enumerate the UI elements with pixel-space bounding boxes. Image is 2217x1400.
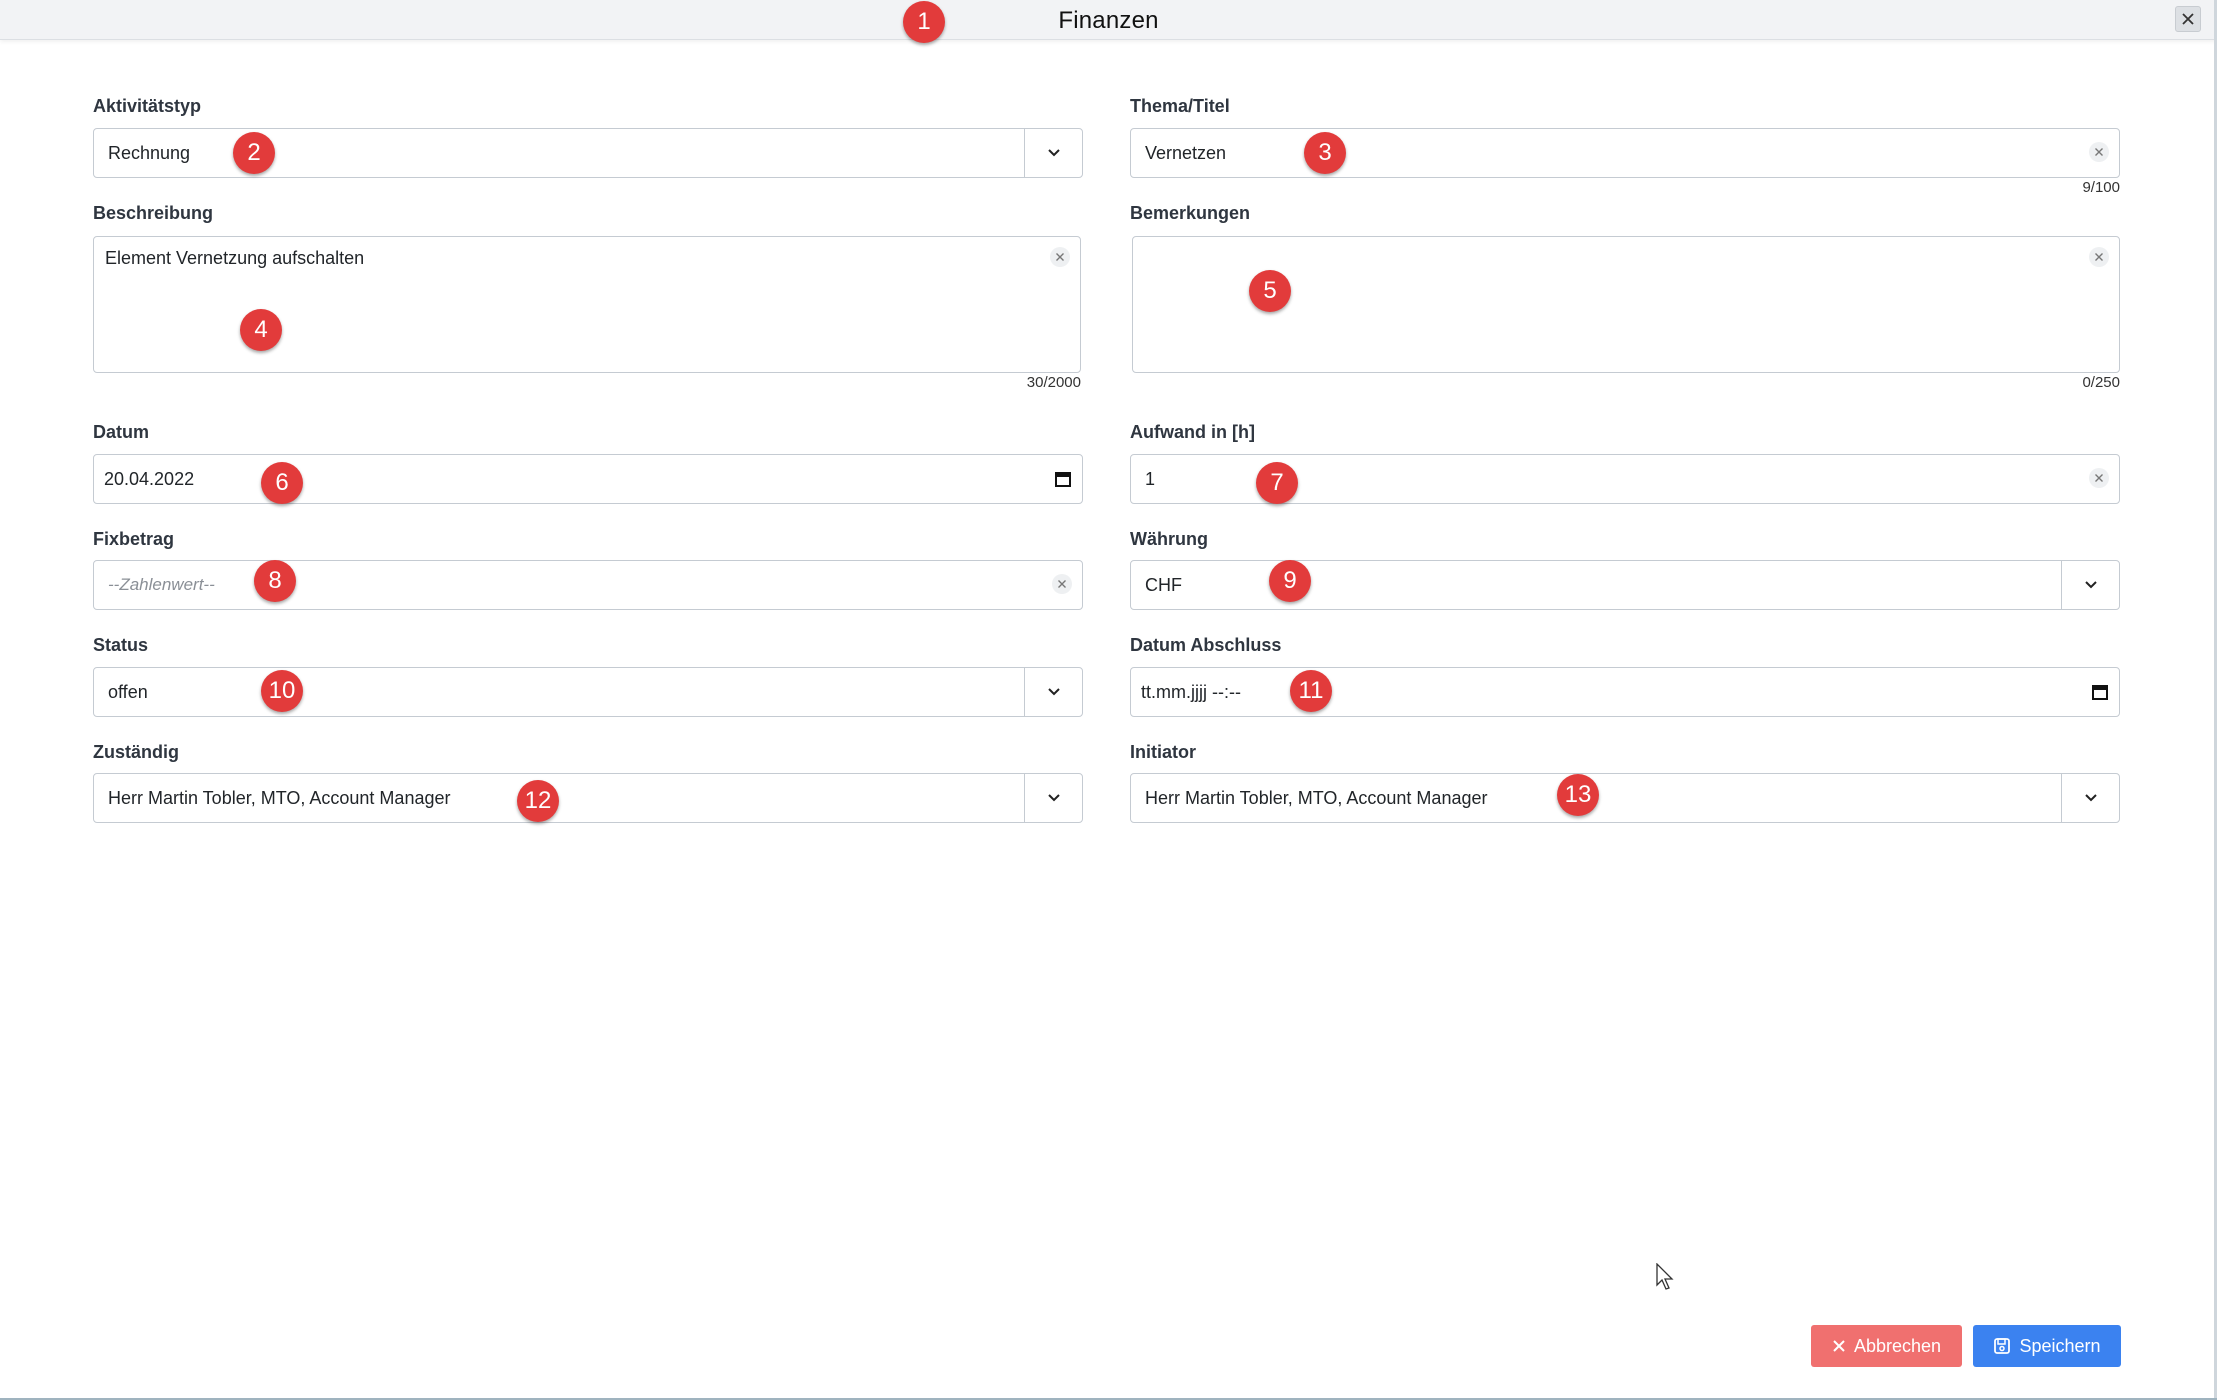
- bemerkungen-counter: 0/250: [2082, 374, 2120, 391]
- chevron-down-icon: [1047, 688, 1060, 696]
- bemerkungen-label: Bemerkungen: [1130, 203, 1251, 223]
- initiator-select[interactable]: Herr Martin Tobler, MTO, Account Manager: [1130, 773, 2120, 823]
- aufwand-clear-button[interactable]: [2089, 468, 2109, 488]
- zustaendig-dropdown-toggle[interactable]: [1024, 774, 1082, 822]
- close-icon: [2182, 13, 2194, 25]
- save-button[interactable]: Speichern: [1973, 1325, 2121, 1367]
- mouse-cursor-icon: [1656, 1263, 1674, 1290]
- beschreibung-counter: 30/2000: [1026, 374, 1081, 391]
- chevron-down-icon: [2084, 794, 2097, 802]
- zustaendig-label: Zuständig: [93, 742, 179, 762]
- chevron-down-icon: [1047, 149, 1060, 157]
- annotation-marker-13: 13: [1557, 774, 1599, 816]
- beschreibung-clear-button[interactable]: [1050, 247, 1070, 267]
- waehrung-dropdown-toggle[interactable]: [2061, 561, 2119, 609]
- clear-icon: [2095, 148, 2103, 156]
- annotation-marker-7: 7: [1256, 462, 1298, 504]
- datum-calendar-button[interactable]: [1052, 468, 1074, 490]
- initiator-label: Initiator: [1130, 742, 1196, 762]
- datum-value: 20.04.2022: [104, 469, 195, 489]
- cancel-button[interactable]: Abbrechen: [1811, 1325, 1962, 1367]
- cancel-button-label: Abbrechen: [1853, 1335, 1942, 1356]
- clear-icon: [1058, 580, 1066, 588]
- calendar-icon: [1055, 472, 1071, 487]
- waehrung-value: CHF: [1145, 575, 1182, 595]
- datum-abschluss-calendar-button[interactable]: [2089, 681, 2111, 703]
- initiator-dropdown-toggle[interactable]: [2061, 774, 2119, 822]
- datum-label: Datum: [93, 422, 150, 442]
- annotation-marker-2: 2: [233, 132, 275, 174]
- close-icon: [1833, 1340, 1845, 1352]
- aufwand-label: Aufwand in [h]: [1130, 422, 1255, 442]
- clear-icon: [1056, 253, 1064, 261]
- initiator-value: Herr Martin Tobler, MTO, Account Manager: [1145, 788, 1488, 808]
- fixbetrag-placeholder: --Zahlenwert--: [108, 575, 215, 594]
- datum-input[interactable]: 20.04.2022: [93, 454, 1083, 504]
- annotation-marker-8: 8: [254, 560, 296, 602]
- save-button-label: Speichern: [2019, 1335, 2101, 1356]
- aufwand-value: 1: [1145, 469, 1156, 489]
- zustaendig-value: Herr Martin Tobler, MTO, Account Manager: [108, 788, 451, 808]
- fixbetrag-input[interactable]: --Zahlenwert--: [93, 560, 1083, 610]
- fixbetrag-label: Fixbetrag: [93, 529, 175, 549]
- annotation-marker-10: 10: [261, 670, 303, 712]
- bemerkungen-clear-button[interactable]: [2089, 247, 2109, 267]
- calendar-icon: [2092, 685, 2108, 700]
- chevron-down-icon: [1047, 794, 1060, 802]
- annotation-marker-3: 3: [1304, 132, 1346, 174]
- status-value: offen: [108, 682, 148, 702]
- waehrung-label: Währung: [1130, 529, 1208, 549]
- chevron-down-icon: [2084, 581, 2097, 589]
- annotation-marker-9: 9: [1269, 560, 1311, 602]
- status-select[interactable]: offen: [93, 667, 1083, 717]
- thema-input[interactable]: Vernetzen: [1130, 128, 2120, 178]
- window-titlebar: Finanzen: [0, 0, 2217, 40]
- aktivitaetstyp-label: Aktivitätstyp: [93, 96, 202, 116]
- datum-abschluss-value: tt.mm.jjjj --:--: [1141, 682, 1241, 702]
- aktivitaetstyp-dropdown-toggle[interactable]: [1024, 129, 1082, 177]
- datum-abschluss-input[interactable]: tt.mm.jjjj --:--: [1130, 667, 2120, 717]
- thema-value: Vernetzen: [1145, 143, 1227, 163]
- datum-abschluss-label: Datum Abschluss: [1130, 635, 1282, 655]
- window-title: Finanzen: [1058, 7, 1159, 34]
- thema-counter: 9/100: [2082, 179, 2120, 196]
- clear-icon: [2095, 474, 2103, 482]
- annotation-marker-12: 12: [517, 780, 559, 822]
- thema-clear-button[interactable]: [2089, 142, 2109, 162]
- save-icon: [1994, 1338, 2011, 1354]
- annotation-marker-5: 5: [1249, 270, 1291, 312]
- close-button[interactable]: [2175, 6, 2201, 32]
- beschreibung-textarea[interactable]: Element Vernetzung aufschalten: [93, 236, 1081, 373]
- annotation-marker-1: 1: [903, 1, 945, 43]
- annotation-marker-4: 4: [240, 309, 282, 351]
- beschreibung-value: Element Vernetzung aufschalten: [105, 248, 365, 268]
- annotation-marker-6: 6: [261, 462, 303, 504]
- fixbetrag-clear-button[interactable]: [1052, 574, 1072, 594]
- status-label: Status: [93, 635, 149, 655]
- thema-label: Thema/Titel: [1130, 96, 1230, 116]
- status-dropdown-toggle[interactable]: [1024, 668, 1082, 716]
- annotation-marker-11: 11: [1290, 670, 1332, 712]
- aktivitaetstyp-value: Rechnung: [108, 143, 191, 163]
- zustaendig-select[interactable]: Herr Martin Tobler, MTO, Account Manager: [93, 773, 1083, 823]
- beschreibung-label: Beschreibung: [93, 203, 214, 223]
- clear-icon: [2095, 253, 2103, 261]
